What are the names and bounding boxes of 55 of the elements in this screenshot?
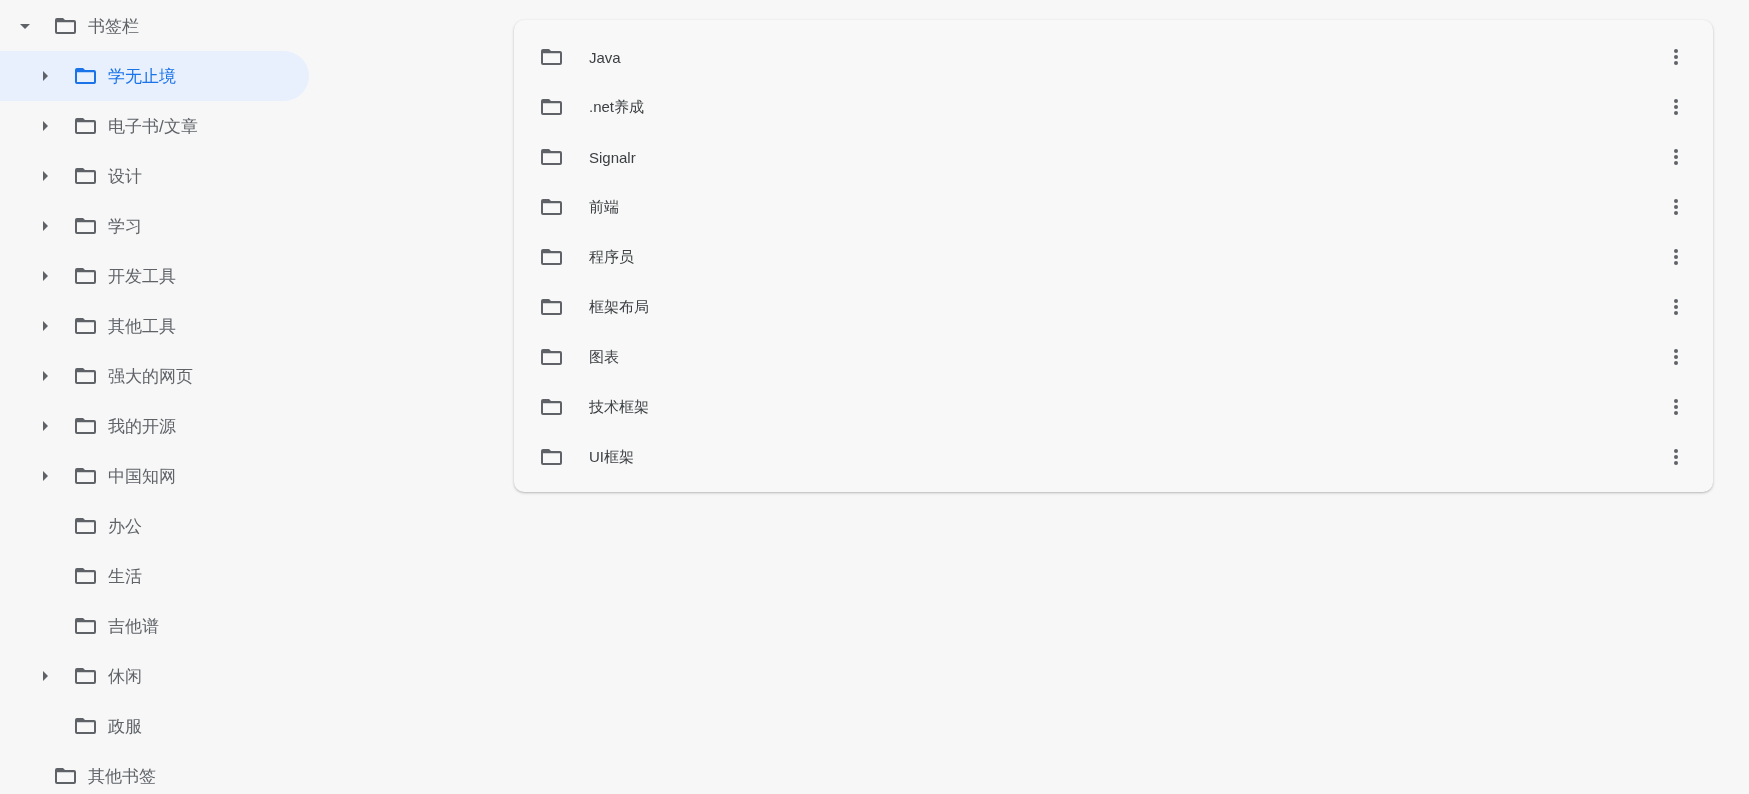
caret-right-icon[interactable] bbox=[42, 421, 48, 431]
caret-right-icon[interactable] bbox=[42, 221, 48, 231]
folder-label[interactable]: 中国知网 bbox=[108, 464, 176, 488]
more-options-icon[interactable] bbox=[1674, 249, 1678, 265]
caret-right-icon[interactable] bbox=[42, 371, 48, 381]
folder-label[interactable]: 电子书/文章 bbox=[108, 114, 198, 138]
folder-label[interactable]: 我的开源 bbox=[108, 414, 176, 438]
folder-label[interactable]: 学无止境 bbox=[108, 64, 176, 88]
folder-icon bbox=[541, 349, 562, 365]
caret-right-icon[interactable] bbox=[42, 271, 48, 281]
folder-label[interactable]: Signalr bbox=[589, 148, 636, 166]
folder-label[interactable]: 政服 bbox=[108, 714, 142, 738]
folder-icon bbox=[541, 449, 562, 465]
folder-label[interactable]: 学习 bbox=[108, 214, 142, 238]
folder-label[interactable]: 框架布局 bbox=[589, 297, 649, 317]
caret-right-icon[interactable] bbox=[42, 471, 48, 481]
more-options-icon[interactable] bbox=[1674, 449, 1678, 465]
more-options-icon[interactable] bbox=[1674, 99, 1678, 115]
more-options-icon[interactable] bbox=[1674, 349, 1678, 365]
caret-right-icon[interactable] bbox=[42, 321, 48, 331]
folder-label[interactable]: 其他书签 bbox=[88, 764, 156, 788]
folder-icon bbox=[541, 299, 562, 315]
more-options-icon[interactable] bbox=[1674, 149, 1678, 165]
folder-label[interactable]: 设计 bbox=[108, 164, 142, 188]
folder-label[interactable]: 生活 bbox=[108, 564, 142, 588]
more-options-icon[interactable] bbox=[1674, 299, 1678, 315]
folder-icon bbox=[541, 199, 562, 215]
folder-icon bbox=[541, 149, 562, 165]
folder-label[interactable]: 书签栏 bbox=[88, 14, 139, 38]
folder-label[interactable]: 吉他谱 bbox=[108, 614, 159, 638]
folder-icon bbox=[541, 49, 562, 65]
folder-icon bbox=[541, 399, 562, 415]
caret-down-icon[interactable] bbox=[20, 23, 30, 29]
more-options-icon[interactable] bbox=[1674, 49, 1678, 65]
more-options-icon[interactable] bbox=[1674, 399, 1678, 415]
tree-item[interactable]: 学无止境 bbox=[0, 51, 309, 101]
caret-right-icon[interactable] bbox=[42, 171, 48, 181]
folder-icon bbox=[541, 249, 562, 265]
more-options-icon[interactable] bbox=[1674, 199, 1678, 215]
folder-label[interactable]: 前端 bbox=[589, 197, 619, 217]
folder-label[interactable]: UI框架 bbox=[589, 447, 634, 467]
caret-right-icon[interactable] bbox=[42, 671, 48, 681]
folder-label[interactable]: 程序员 bbox=[589, 247, 634, 267]
folder-icon bbox=[541, 99, 562, 115]
folder-label[interactable]: 办公 bbox=[108, 514, 142, 538]
folder-label[interactable]: 图表 bbox=[589, 347, 619, 367]
folder-label[interactable]: 休闲 bbox=[108, 664, 142, 688]
folder-label[interactable]: Java bbox=[589, 48, 621, 66]
folder-label[interactable]: .net养成 bbox=[589, 97, 645, 117]
caret-right-icon[interactable] bbox=[42, 121, 48, 131]
folder-label[interactable]: 强大的网页 bbox=[108, 364, 193, 388]
folder-label[interactable]: 技术框架 bbox=[589, 397, 649, 417]
folder-label[interactable]: 其他工具 bbox=[108, 314, 176, 338]
folder-label[interactable]: 开发工具 bbox=[108, 264, 176, 288]
caret-right-icon[interactable] bbox=[42, 71, 48, 81]
